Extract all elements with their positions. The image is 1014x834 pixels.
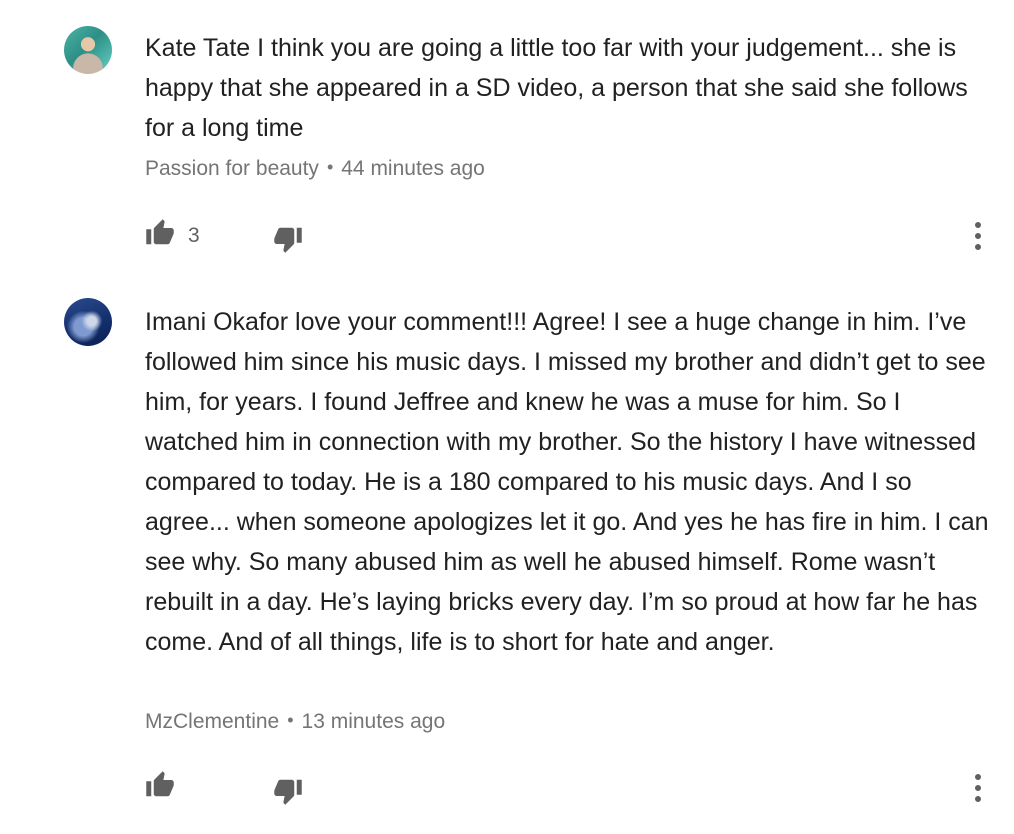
comment-actions: 3	[0, 216, 1014, 256]
comment-author[interactable]: Passion for beauty	[145, 157, 319, 180]
comment-meta: Passion for beauty • 44 minutes ago	[145, 157, 485, 181]
thumb-down-icon[interactable]	[272, 776, 304, 806]
comment-text: Kate Tate I think you are going a little…	[145, 34, 968, 142]
avatar[interactable]	[64, 298, 112, 346]
comment-actions	[0, 768, 1014, 808]
thumb-up-icon[interactable]	[144, 218, 176, 248]
comment-text: Imani Okafor love your comment!!! Agree!…	[145, 308, 989, 656]
meta-separator: •	[326, 157, 334, 177]
avatar[interactable]	[64, 26, 112, 74]
more-vert-icon[interactable]	[970, 772, 986, 804]
comment-author[interactable]: MzClementine	[145, 710, 279, 733]
thumb-up-icon[interactable]	[144, 770, 176, 800]
meta-separator: •	[287, 710, 294, 730]
comment-time: 44 minutes ago	[341, 157, 485, 180]
thumb-down-icon[interactable]	[272, 224, 304, 254]
more-vert-icon[interactable]	[970, 220, 986, 252]
like-count: 3	[188, 224, 200, 247]
comment-time: 13 minutes ago	[301, 710, 446, 733]
comment-meta: MzClementine • 13 minutes ago	[145, 710, 445, 734]
